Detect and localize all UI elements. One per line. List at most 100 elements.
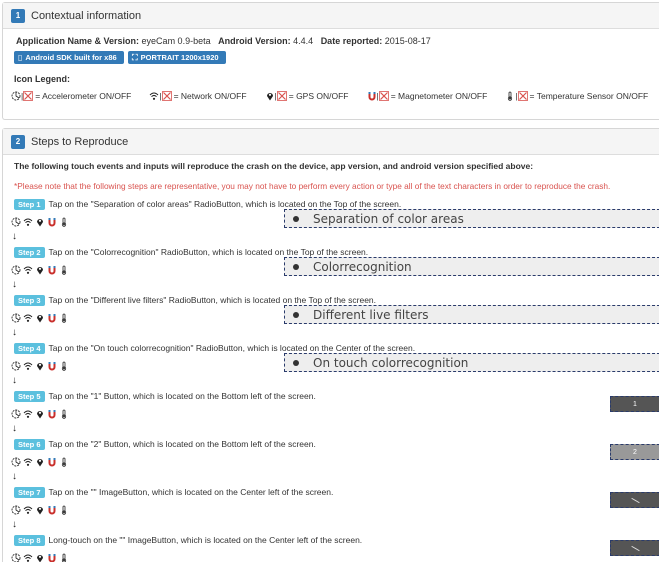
legend-magnetometer: = Magnetometer ON/OFF bbox=[390, 91, 488, 101]
button-label: 2 bbox=[633, 448, 637, 456]
step-text: Tap on the "2" Button, which is located … bbox=[48, 439, 316, 449]
step-badge: Step 4 bbox=[14, 343, 45, 355]
icon-legend: | = Accelerometer ON/OFF | = Network ON/… bbox=[11, 91, 648, 101]
step-badge: Step 8 bbox=[14, 535, 45, 547]
network-icon bbox=[23, 457, 33, 467]
accelerometer-icon bbox=[11, 91, 21, 101]
orientation-tag-label: PORTRAIT 1200x1920 bbox=[140, 53, 219, 62]
device-tag: ▯ Android SDK built for x86 bbox=[14, 51, 124, 64]
panel-title: Steps to Reproduce bbox=[31, 135, 129, 148]
accelerometer-off-icon bbox=[23, 91, 33, 101]
step-badge: Step 3 bbox=[14, 295, 45, 307]
gps-icon bbox=[35, 361, 45, 371]
legend-network: = Network ON/OFF bbox=[173, 91, 247, 101]
steps-intro: The following touch events and inputs wi… bbox=[14, 161, 534, 171]
magnetometer-icon bbox=[47, 505, 57, 515]
arrow-down-icon: ↓ bbox=[12, 375, 17, 386]
radio-button-preview[interactable]: Colorrecognition bbox=[284, 257, 659, 276]
button-preview[interactable] bbox=[610, 540, 659, 556]
network-icon bbox=[23, 361, 33, 371]
sensor-icons bbox=[11, 505, 69, 515]
panel-number-badge: 2 bbox=[11, 134, 25, 149]
thermometer-off-icon bbox=[518, 91, 528, 101]
arrow-down-icon: ↓ bbox=[12, 231, 17, 242]
android-label: Android Version: bbox=[218, 36, 291, 46]
magnetometer-icon bbox=[47, 409, 57, 419]
button-preview[interactable]: 1 bbox=[610, 396, 659, 412]
legend-gps: = GPS ON/OFF bbox=[288, 91, 349, 101]
step-badge: Step 5 bbox=[14, 391, 45, 403]
network-icon bbox=[23, 313, 33, 323]
gps-icon bbox=[35, 457, 45, 467]
magnetometer-icon bbox=[47, 265, 57, 275]
legend-title: Icon Legend: bbox=[14, 74, 70, 84]
radio-button-preview[interactable]: On touch colorrecognition bbox=[284, 353, 659, 372]
panel-header: 1 Contextual information bbox=[3, 3, 659, 29]
network-off-icon bbox=[162, 91, 172, 101]
orientation-tag: ⛶ PORTRAIT 1200x1920 bbox=[128, 51, 226, 64]
thermometer-icon bbox=[59, 553, 69, 562]
thermometer-icon bbox=[59, 265, 69, 275]
radio-button-preview[interactable]: Separation of color areas bbox=[284, 209, 659, 228]
radio-button-preview[interactable]: Different live filters bbox=[284, 305, 659, 324]
radio-dot-icon bbox=[293, 311, 299, 318]
arrow-down-icon: ↓ bbox=[12, 519, 17, 530]
step-text: Tap on the "On touch colorrecognition" R… bbox=[48, 343, 416, 353]
arrow-down-icon: ↓ bbox=[12, 327, 17, 338]
thermometer-icon bbox=[59, 457, 69, 467]
panel-title: Contextual information bbox=[31, 9, 142, 22]
thermometer-icon bbox=[505, 91, 515, 101]
network-icon bbox=[23, 553, 33, 562]
app-label: Application Name & Version: bbox=[16, 36, 140, 46]
contextual-info-panel: 1 Contextual information Application Nam… bbox=[2, 2, 659, 120]
radio-dot-icon bbox=[293, 215, 299, 222]
network-icon bbox=[23, 409, 33, 419]
radio-dot-icon bbox=[293, 263, 299, 270]
magnetometer-icon bbox=[47, 553, 57, 562]
accelerometer-icon bbox=[11, 505, 21, 515]
sensor-icons bbox=[11, 457, 69, 467]
device-tag-label: Android SDK built for x86 bbox=[25, 53, 117, 62]
radio-dot-icon bbox=[293, 359, 299, 366]
gps-icon bbox=[265, 91, 275, 101]
gps-icon bbox=[35, 265, 45, 275]
arrow-down-icon: ↓ bbox=[12, 471, 17, 482]
gps-off-icon bbox=[277, 91, 287, 101]
step-text: Tap on the "Separation of color areas" R… bbox=[48, 199, 402, 209]
gps-icon bbox=[35, 409, 45, 419]
sensor-icons bbox=[11, 409, 69, 419]
step-row: Step 5 Tap on the "1" Button, which is lo… bbox=[14, 391, 316, 403]
step-text: Tap on the "" ImageButton, which is loca… bbox=[48, 487, 334, 497]
network-icon bbox=[23, 505, 33, 515]
steps-note: *Please note that the following steps ar… bbox=[14, 181, 611, 191]
app-info-line: Application Name & Version: eyeCam 0.9-b… bbox=[16, 36, 431, 46]
thermometer-icon bbox=[59, 313, 69, 323]
panel-header: 2 Steps to Reproduce bbox=[3, 129, 659, 155]
step-row: Step 7 Tap on the "" ImageButton, which i… bbox=[14, 487, 334, 499]
arrow-down-icon: ↓ bbox=[12, 279, 17, 290]
step-text: Tap on the "Different live filters" Radi… bbox=[48, 295, 377, 305]
sensor-icons bbox=[11, 265, 69, 275]
accelerometer-icon bbox=[11, 217, 21, 227]
date-label: Date reported: bbox=[320, 36, 383, 46]
button-preview[interactable]: 2 bbox=[610, 444, 659, 460]
phone-icon: ▯ bbox=[18, 53, 23, 62]
accelerometer-icon bbox=[11, 265, 21, 275]
step-text: Tap on the "1" Button, which is located … bbox=[48, 391, 316, 401]
accelerometer-icon bbox=[11, 409, 21, 419]
sensor-icons bbox=[11, 553, 69, 562]
button-preview[interactable] bbox=[610, 492, 659, 508]
step-row: Step 6 Tap on the "2" Button, which is lo… bbox=[14, 439, 316, 451]
network-icon bbox=[149, 91, 159, 101]
image-button-icon bbox=[630, 545, 640, 551]
thermometer-icon bbox=[59, 217, 69, 227]
magnetometer-icon bbox=[47, 361, 57, 371]
step-badge: Step 6 bbox=[14, 439, 45, 451]
gps-icon bbox=[35, 313, 45, 323]
radio-button-label: Colorrecognition bbox=[313, 259, 412, 274]
thermometer-icon bbox=[59, 361, 69, 371]
thermometer-icon bbox=[59, 409, 69, 419]
expand-icon: ⛶ bbox=[132, 52, 138, 62]
network-icon bbox=[23, 265, 33, 275]
radio-button-label: On touch colorrecognition bbox=[313, 355, 469, 370]
